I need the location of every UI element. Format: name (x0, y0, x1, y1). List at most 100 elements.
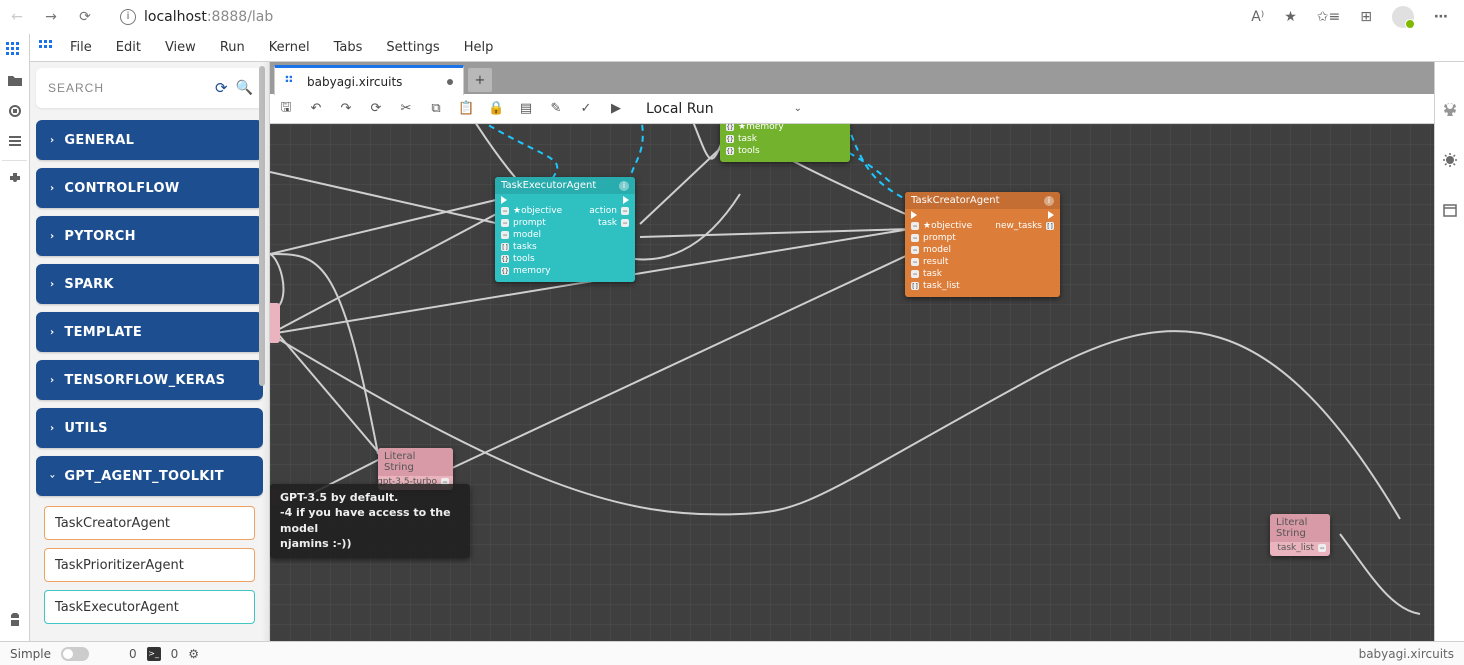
component-task-prioritizer-agent[interactable]: TaskPrioritizerAgent (44, 548, 255, 582)
node-partial-left-1[interactable] (270, 303, 280, 343)
nav-forward-icon[interactable]: → (42, 9, 60, 25)
node-task-executor-agent[interactable]: TaskExecutorAgenti ⋯★objective ⋯prompt ⋯… (495, 177, 635, 282)
terminal-icon[interactable]: >_ (147, 647, 161, 661)
flow-out-port[interactable] (623, 196, 629, 204)
chevron-right-icon: › (50, 279, 54, 290)
jupyter-logo-icon[interactable] (36, 37, 58, 59)
menu-edit[interactable]: Edit (104, 34, 153, 61)
component-task-creator-agent[interactable]: TaskCreatorAgent (44, 506, 255, 540)
status-active-file: babyagi.xircuits (1359, 647, 1454, 661)
calendar-icon[interactable] (1442, 202, 1458, 222)
refresh-icon[interactable]: ⟳ (215, 79, 228, 97)
chevron-right-icon: › (50, 423, 54, 434)
menu-run[interactable]: Run (208, 34, 257, 61)
site-info-icon[interactable]: i (120, 9, 136, 25)
run-mode-select[interactable]: Local Run ⌄ (646, 101, 802, 117)
menu-file[interactable]: File (58, 34, 104, 61)
lock-icon[interactable]: 🔒 (488, 101, 504, 116)
tab-bar: babyagi.xircuits + (270, 62, 1434, 94)
menu-settings[interactable]: Settings (374, 34, 451, 61)
category-utils[interactable]: ›UTILS (36, 408, 263, 448)
category-label: SPARK (64, 277, 113, 292)
more-icon[interactable]: ⋯ (1434, 9, 1450, 25)
status-count-0: 0 (129, 647, 137, 661)
browser-actions: A⁾ ★ ✩≡ ⊞ ⋯ (1251, 6, 1456, 28)
search-input[interactable] (46, 80, 207, 96)
port-label: tools (738, 146, 760, 156)
status-bar: Simple 0 >_ 0 ⚙ babyagi.xircuits (0, 641, 1464, 665)
add-tab-button[interactable]: + (468, 68, 492, 92)
right-activity-bar (1434, 62, 1464, 641)
node-literal-string-tasklist[interactable]: Literal String task_list⋯ (1270, 514, 1330, 556)
browser-chrome: ← → ⟳ i localhost:8888/lab A⁾ ★ ✩≡ ⊞ ⋯ (0, 0, 1464, 34)
menu-kernel[interactable]: Kernel (257, 34, 322, 61)
save-icon[interactable]: 🖫 (278, 98, 294, 120)
flow-in-port[interactable] (911, 211, 917, 219)
run-icon[interactable]: ▶ (608, 101, 624, 116)
toc-icon[interactable] (0, 126, 30, 156)
address-bar[interactable]: i localhost:8888/lab (120, 9, 1235, 25)
kernel-status-icon[interactable]: ⚙ (188, 647, 199, 661)
edit-icon[interactable]: ✎ (548, 101, 564, 116)
node-task-creator-agent[interactable]: TaskCreatorAgenti ⋯★objective ⋯prompt ⋯m… (905, 192, 1060, 297)
debugger-icon[interactable] (1442, 152, 1458, 172)
category-controlflow[interactable]: ›CONTROLFLOW (36, 168, 263, 208)
chevron-down-icon: ⌄ (794, 103, 802, 114)
reload-icon[interactable]: ⟳ (368, 101, 384, 116)
category-label: PYTORCH (64, 229, 135, 244)
log-icon[interactable]: ▤ (518, 101, 534, 116)
simple-mode-toggle[interactable] (61, 647, 89, 661)
undo-icon[interactable]: ↶ (308, 101, 324, 116)
category-pytorch[interactable]: ›PYTORCH (36, 216, 263, 256)
app-logo-icon[interactable] (0, 36, 30, 66)
components-icon[interactable] (0, 605, 30, 635)
search-icon[interactable]: 🔍 (236, 80, 253, 96)
running-kernels-icon[interactable] (0, 96, 30, 126)
menu-help[interactable]: Help (452, 34, 506, 61)
category-tf-keras[interactable]: ›TENSORFLOW_KERAS (36, 360, 263, 400)
file-browser-icon[interactable] (0, 66, 30, 96)
nav-refresh-icon[interactable]: ⟳ (76, 9, 94, 25)
paste-icon[interactable]: 📋 (458, 101, 474, 116)
favorite-icon[interactable]: ★ (1284, 9, 1297, 25)
component-task-executor-agent[interactable]: TaskExecutorAgent (44, 590, 255, 624)
menu-view[interactable]: View (153, 34, 208, 61)
canvas[interactable]: {}★memory {}task {}tools TaskExecutorAge… (270, 124, 1434, 641)
profile-avatar[interactable] (1392, 6, 1414, 28)
literal-value: task_list (1277, 543, 1314, 553)
copy-icon[interactable]: ⧉ (428, 101, 444, 116)
sidebar-scrollbar[interactable] (259, 66, 267, 637)
category-gpt-agent-toolkit[interactable]: ›GPT_AGENT_TOOLKIT (36, 456, 263, 496)
flow-out-port[interactable] (1048, 211, 1054, 219)
component-search[interactable]: ⟳ 🔍 (36, 68, 263, 108)
cut-icon[interactable]: ✂ (398, 101, 414, 116)
node-green-memory[interactable]: {}★memory {}task {}tools (720, 124, 850, 162)
category-template[interactable]: ›TEMPLATE (36, 312, 263, 352)
port-label: ★objective (513, 206, 562, 216)
node-title: Literal String (384, 451, 447, 473)
node-info-icon[interactable]: i (1044, 196, 1054, 206)
category-label: CONTROLFLOW (64, 181, 179, 196)
favorites-bar-icon[interactable]: ✩≡ (1317, 9, 1340, 25)
comment-node[interactable]: GPT-3.5 by default. -4 if you have acces… (270, 484, 470, 558)
category-spark[interactable]: › SPARK (36, 264, 263, 304)
redo-icon[interactable]: ↷ (338, 101, 354, 116)
port-label: prompt (513, 218, 546, 228)
collections-icon[interactable]: ⊞ (1360, 9, 1372, 25)
read-aloud-icon[interactable]: A⁾ (1251, 9, 1264, 25)
menu-tabs[interactable]: Tabs (322, 34, 375, 61)
nav-back-icon[interactable]: ← (8, 9, 26, 25)
tab-babyagi[interactable]: babyagi.xircuits (274, 65, 464, 95)
category-general[interactable]: ›GENERAL (36, 120, 263, 160)
compile-icon[interactable]: ✓ (578, 101, 594, 116)
port-label: model (513, 230, 541, 240)
node-info-icon[interactable]: i (619, 181, 629, 191)
port-label: tasks (513, 242, 537, 252)
node-title: TaskExecutorAgent (501, 180, 596, 191)
editor-toolbar: 🖫 ↶ ↷ ⟳ ✂ ⧉ 📋 🔒 ▤ ✎ ✓ ▶ Local Run ⌄ (270, 94, 1434, 124)
flow-in-port[interactable] (501, 196, 507, 204)
node-title: TaskCreatorAgent (911, 195, 1000, 206)
extension-manager-icon[interactable] (0, 165, 30, 195)
property-inspector-icon[interactable] (1442, 102, 1458, 122)
category-list: ›GENERAL ›CONTROLFLOW ›PYTORCH ›SPARK ›T… (36, 120, 263, 628)
